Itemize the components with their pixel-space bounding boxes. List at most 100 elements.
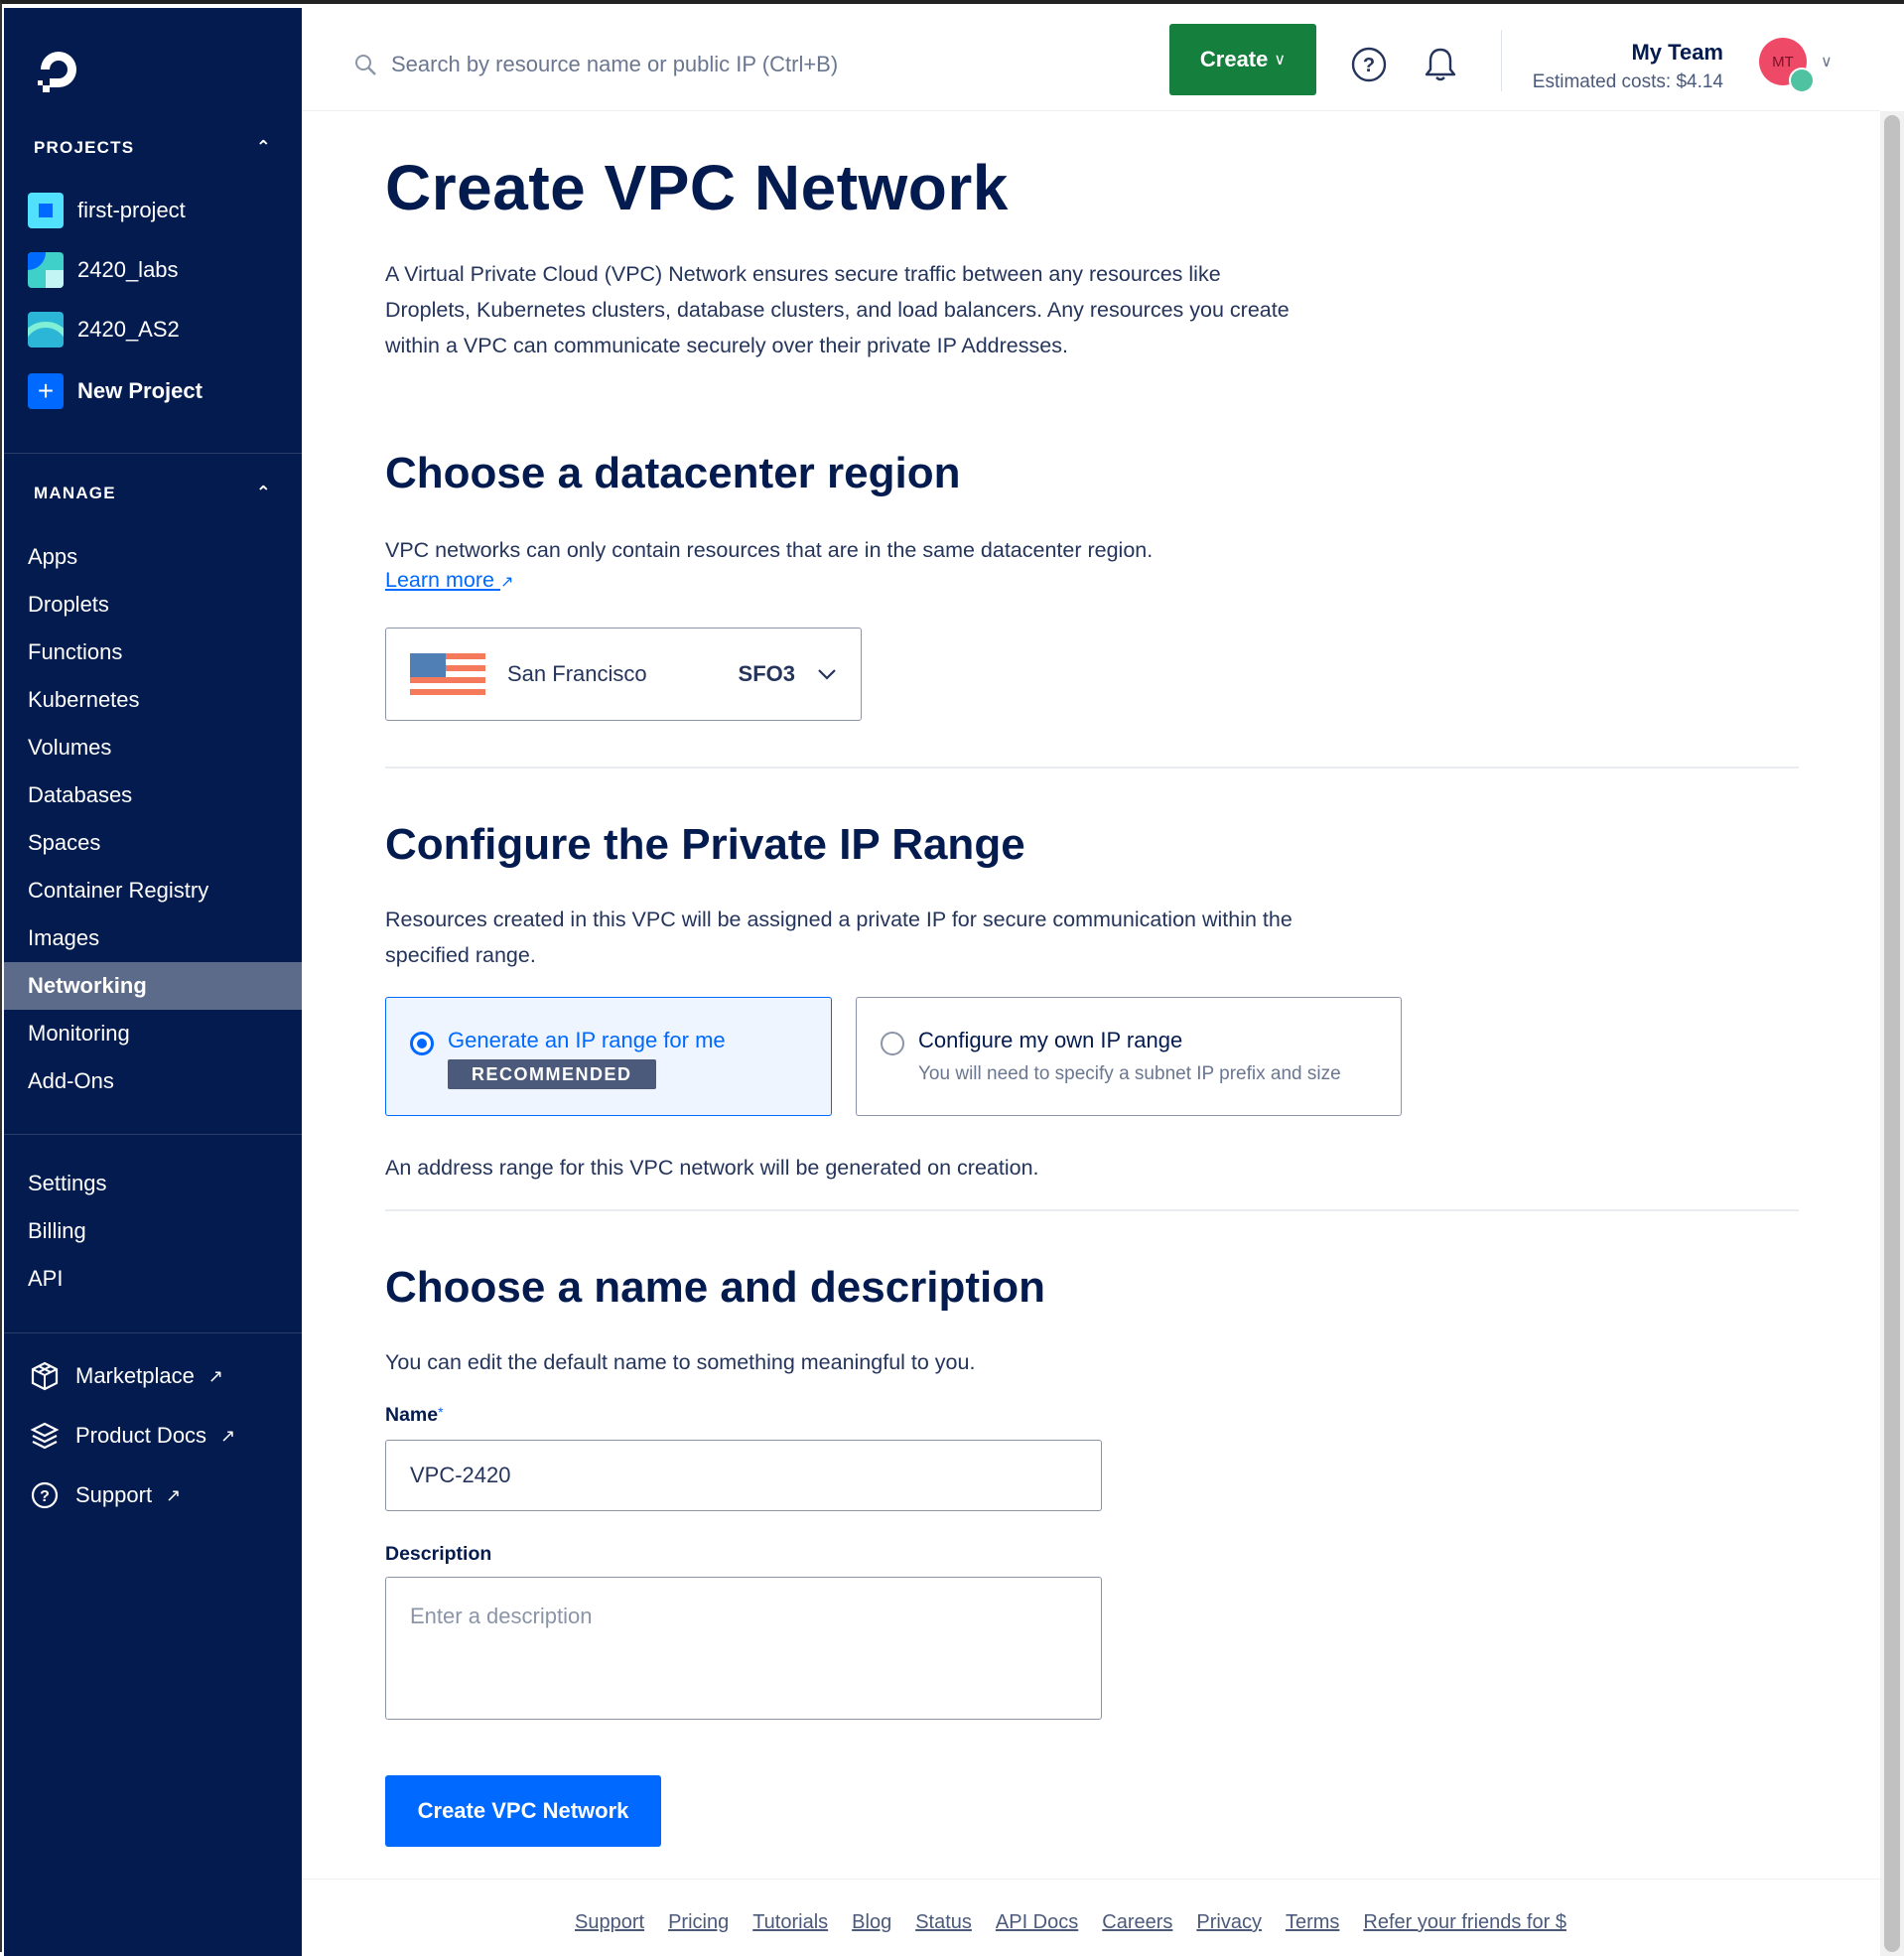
- search-bar[interactable]: Search by resource name or public IP (Ct…: [353, 52, 838, 77]
- scrollbar-thumb[interactable]: [1884, 115, 1900, 1952]
- project-item-2420-as2[interactable]: 2420_AS2: [28, 308, 286, 351]
- sidebar: PROJECTS ⌃ first-project 2420_labs 2420_…: [4, 8, 302, 1956]
- manage-heading: MANAGE: [34, 483, 116, 502]
- footer-link-support[interactable]: Support: [575, 1911, 644, 1934]
- help-icon[interactable]: ?: [1350, 46, 1388, 83]
- chevron-down-icon[interactable]: ∨: [1821, 52, 1833, 71]
- sidebar-item-databases[interactable]: Databases: [4, 771, 302, 819]
- chevron-down-icon: ∨: [1274, 52, 1287, 69]
- scrollbar[interactable]: [1880, 111, 1904, 1956]
- description-label: Description: [385, 1543, 492, 1565]
- option-generate-ip-range[interactable]: Generate an IP range for me RECOMMENDED: [385, 997, 832, 1116]
- option-custom-ip-range[interactable]: Configure my own IP range You will need …: [856, 997, 1402, 1116]
- topbar-divider: [1501, 30, 1502, 91]
- sidebar-item-droplets[interactable]: Droplets: [4, 581, 302, 629]
- footer-link-referral[interactable]: Refer your friends for $: [1363, 1911, 1566, 1934]
- region-heading: Choose a datacenter region: [385, 449, 961, 497]
- sidebar-item-product-docs[interactable]: Product Docs ↗: [30, 1414, 235, 1458]
- ip-range-heading: Configure the Private IP Range: [385, 820, 1025, 869]
- layers-icon: [30, 1422, 60, 1450]
- sidebar-item-support[interactable]: ? Support ↗: [30, 1473, 181, 1517]
- radio-selected[interactable]: [410, 1032, 434, 1055]
- team-name[interactable]: My Team: [1631, 40, 1723, 66]
- project-item-first-project[interactable]: first-project: [28, 189, 286, 232]
- description-textarea[interactable]: [385, 1577, 1102, 1720]
- help-circle-icon: ?: [31, 1481, 59, 1509]
- cube-icon: [31, 1361, 59, 1391]
- project-tile-icon: [28, 252, 64, 288]
- digitalocean-logo-icon[interactable]: [34, 46, 83, 99]
- projects-heading: PROJECTS: [34, 137, 135, 157]
- footer-link-blog[interactable]: Blog: [852, 1911, 891, 1934]
- region-select[interactable]: San Francisco SFO3: [385, 628, 862, 721]
- create-vpc-network-button[interactable]: Create VPC Network: [385, 1775, 661, 1847]
- name-label-text: Name: [385, 1404, 439, 1426]
- learn-more-link[interactable]: Learn more ↗: [385, 568, 513, 593]
- sidebar-item-networking[interactable]: Networking: [4, 962, 302, 1010]
- footer-link-status[interactable]: Status: [915, 1911, 972, 1934]
- ip-range-text: Resources created in this VPC will be as…: [385, 908, 1292, 967]
- option-custom-label: Configure my own IP range: [918, 1028, 1183, 1052]
- footer-link-careers[interactable]: Careers: [1102, 1911, 1172, 1934]
- support-label: Support: [75, 1482, 153, 1507]
- sidebar-divider: [4, 453, 302, 454]
- manage-section-header[interactable]: MANAGE ⌃: [34, 483, 272, 503]
- chevron-up-icon[interactable]: ⌃: [256, 483, 272, 503]
- chevron-down-icon: [818, 669, 836, 680]
- sidebar-item-billing[interactable]: Billing: [4, 1207, 302, 1255]
- region-name: San Francisco: [507, 661, 647, 686]
- page-title: Create VPC Network: [385, 152, 1009, 223]
- external-link-icon: ↗: [220, 1425, 236, 1446]
- sidebar-item-monitoring[interactable]: Monitoring: [4, 1010, 302, 1057]
- sidebar-item-apps[interactable]: Apps: [4, 533, 302, 581]
- avatar-initials: MT: [1772, 53, 1794, 70]
- name-input[interactable]: [385, 1440, 1102, 1511]
- footer-link-pricing[interactable]: Pricing: [668, 1911, 729, 1934]
- external-link-icon: ↗: [499, 574, 514, 591]
- projects-section-header[interactable]: PROJECTS ⌃: [34, 137, 272, 158]
- footer-links: Support Pricing Tutorials Blog Status AP…: [575, 1911, 1590, 1934]
- section-divider: [385, 767, 1799, 768]
- new-project-button[interactable]: + New Project: [28, 369, 286, 413]
- sidebar-item-volumes[interactable]: Volumes: [4, 724, 302, 771]
- sidebar-item-functions[interactable]: Functions: [4, 629, 302, 676]
- project-label: 2420_labs: [77, 257, 179, 282]
- sidebar-item-marketplace[interactable]: Marketplace ↗: [30, 1354, 223, 1398]
- sidebar-item-container-registry[interactable]: Container Registry: [4, 867, 302, 914]
- bell-icon[interactable]: [1422, 46, 1459, 83]
- main-content: Create VPC Network A Virtual Private Clo…: [302, 111, 1880, 1956]
- marketplace-label: Marketplace: [75, 1363, 195, 1388]
- new-project-label: New Project: [77, 378, 203, 403]
- footer-link-terms[interactable]: Terms: [1286, 1911, 1339, 1934]
- svg-text:?: ?: [40, 1488, 50, 1505]
- option-custom-sublabel: You will need to specify a subnet IP pre…: [918, 1063, 1341, 1084]
- sidebar-item-add-ons[interactable]: Add-Ons: [4, 1057, 302, 1105]
- radio-unselected[interactable]: [881, 1032, 904, 1055]
- sidebar-item-images[interactable]: Images: [4, 914, 302, 962]
- project-label: 2420_AS2: [77, 317, 180, 342]
- name-description-text: You can edit the default name to somethi…: [385, 1350, 976, 1374]
- us-flag-icon: [410, 653, 485, 695]
- footer-link-privacy[interactable]: Privacy: [1196, 1911, 1262, 1934]
- sidebar-item-spaces[interactable]: Spaces: [4, 819, 302, 867]
- footer-link-tutorials[interactable]: Tutorials: [752, 1911, 828, 1934]
- sidebar-item-kubernetes[interactable]: Kubernetes: [4, 676, 302, 724]
- search-icon: [355, 55, 376, 75]
- product-docs-label: Product Docs: [75, 1423, 207, 1448]
- topbar: Search by resource name or public IP (Ct…: [302, 8, 1880, 111]
- region-code: SFO3: [738, 661, 795, 686]
- section-divider: [385, 1209, 1799, 1211]
- estimated-costs: Estimated costs: $4.14: [1532, 71, 1723, 92]
- search-placeholder: Search by resource name or public IP (Ct…: [391, 52, 839, 76]
- create-button[interactable]: Create ∨: [1169, 24, 1316, 95]
- footer-link-api-docs[interactable]: API Docs: [996, 1911, 1078, 1934]
- svg-text:?: ?: [1363, 55, 1375, 76]
- project-cube-icon: [28, 193, 64, 228]
- project-label: first-project: [77, 198, 186, 222]
- learn-more-label: Learn more: [385, 568, 494, 592]
- sidebar-item-api[interactable]: API: [4, 1255, 302, 1303]
- project-wave-icon: [28, 312, 64, 348]
- project-item-2420-labs[interactable]: 2420_labs: [28, 248, 286, 292]
- chevron-up-icon[interactable]: ⌃: [256, 137, 272, 158]
- sidebar-item-settings[interactable]: Settings: [4, 1160, 302, 1207]
